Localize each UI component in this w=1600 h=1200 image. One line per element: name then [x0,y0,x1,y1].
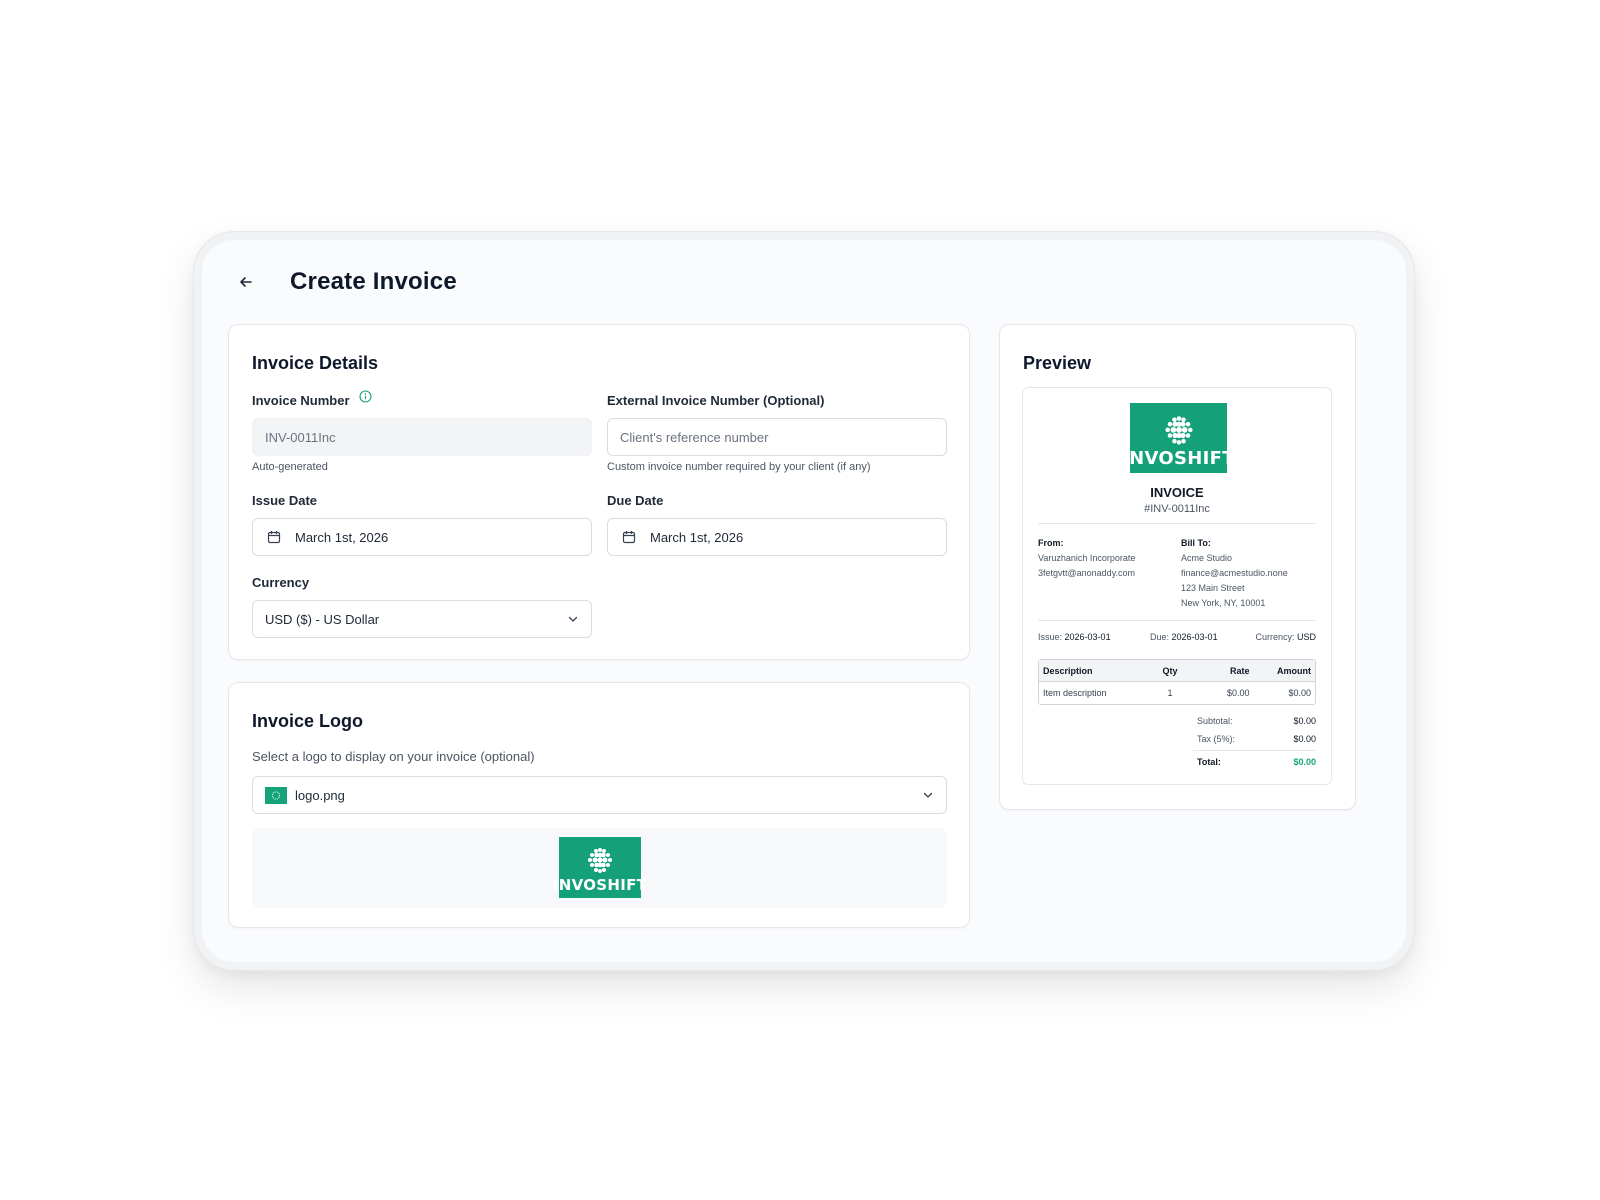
from-name: Varuzhanich Incorporate [1038,553,1136,563]
subtotal-value: $0.00 [1293,716,1316,726]
preview-heading: INVOICE [1150,485,1204,500]
currency-select[interactable]: USD ($) - US Dollar [252,600,592,638]
external-number-hint: Custom invoice number required by your c… [607,461,871,473]
issue-date-value: March 1st, 2026 [295,529,389,545]
back-button[interactable] [232,268,260,296]
currency-label: Currency: [1255,632,1295,642]
bill-to-label: Bill To: [1181,538,1211,548]
preview-due: Due: 2026-03-01 [1150,632,1218,642]
logo-filename: logo.png [295,787,345,803]
due-date-value: March 1st, 2026 [650,529,744,545]
cell-rate: $0.00 [1226,688,1250,698]
currency-value: USD [1296,632,1316,642]
total-label: Total: [1197,757,1221,767]
col-rate: Rate [1229,665,1250,676]
currency-label: Currency [252,575,310,590]
table-row: Item description 1 $0.00 $0.00 [1039,682,1315,704]
divider [1193,750,1316,751]
issue-value: 2026-03-01 [1064,632,1111,642]
cell-qty: 1 [1167,688,1173,698]
preview-logo: INVOSHIFT [1122,403,1235,473]
col-qty: Qty [1162,665,1178,676]
page-title: Create Invoice [290,268,457,295]
dot-globe-icon [1164,416,1193,445]
arrow-left-icon [240,277,252,287]
bill-to-email: finance@acmestudio.none [1181,568,1288,578]
from-label: From: [1038,538,1064,548]
calendar-icon [267,530,281,544]
due-value: 2026-03-01 [1171,632,1218,642]
external-number-label: External Invoice Number (Optional) [607,393,825,408]
issue-label: Issue: [1038,632,1063,642]
invoice-number-field: INV-0011Inc [252,418,592,456]
col-description: Description [1043,665,1093,676]
invoshift-logo: INVOSHIFT [553,837,647,898]
invoice-number-label-wrap: Invoice Number [252,390,372,408]
logo-thumbnail [265,786,287,804]
bill-to-street: 123 Main Street [1181,583,1245,593]
issue-date-picker[interactable]: March 1st, 2026 [252,518,592,556]
calendar-icon [622,530,636,544]
logo-select[interactable]: logo.png [252,776,947,814]
line-items-table: Description Qty Rate Amount Item descrip… [1038,659,1316,705]
invoice-paper: INVOSHIFT INVOICE #INV-0011Inc From: Var… [1022,387,1332,785]
invoice-number-hint: Auto-generated [252,461,328,473]
divider [1038,523,1316,524]
cell-description: Item description [1043,688,1107,698]
logo-wordmark: INVOSHIFT [552,876,648,894]
col-amount: Amount [1277,665,1312,676]
invoice-logo-card: Invoice Logo Select a logo to display on… [228,682,970,928]
due-date-picker[interactable]: March 1st, 2026 [607,518,947,556]
due-label: Due: [1150,632,1170,642]
invoice-number-value: INV-0011Inc [265,429,336,445]
invoice-logo-title: Invoice Logo [252,711,364,731]
external-number-input[interactable]: Client's reference number [607,418,947,456]
tax-label: Tax (5%): [1197,734,1236,744]
bill-to-name: Acme Studio [1181,553,1233,563]
table-header-row: Description Qty Rate Amount [1039,660,1315,682]
preview-issue: Issue: 2026-03-01 [1038,632,1111,642]
due-date-label: Due Date [607,493,664,508]
chevron-down-icon [567,613,579,625]
total-value: $0.00 [1293,757,1316,767]
invoice-details-card: Invoice Details Invoice Number INV-0011I… [228,324,970,660]
tax-value: $0.00 [1293,734,1316,744]
tablet-frame: Create Invoice Invoice Details Invoice N… [194,232,1414,970]
currency-value: USD ($) - US Dollar [265,611,380,627]
cell-amount: $0.00 [1288,688,1312,698]
divider [1038,620,1316,621]
app-screen: Create Invoice Invoice Details Invoice N… [202,240,1406,962]
subtotal-label: Subtotal: [1197,716,1233,726]
logo-preview-area: INVOSHIFT [252,828,947,908]
preview-card: Preview INVOSHIFT INVOICE #INV-0011Inc F… [999,324,1356,810]
preview-currency: Currency: USD [1255,632,1316,642]
bill-to-city: New York, NY, 10001 [1181,598,1266,608]
invoice-number-label: Invoice Number [252,393,350,408]
page-header: Create Invoice [232,268,457,296]
preview-number: #INV-0011Inc [1144,503,1210,515]
issue-date-label: Issue Date [252,493,318,508]
preview-logo-wordmark: INVOSHIFT [1122,448,1235,469]
from-email: 3fetgvtt@anonaddy.com [1038,568,1136,578]
chevron-down-icon [922,789,934,801]
dot-globe-icon [588,848,612,873]
info-circle-icon[interactable] [359,390,372,406]
preview-title: Preview [1023,353,1092,373]
external-number-placeholder: Client's reference number [620,429,769,445]
invoice-details-title: Invoice Details [252,353,379,373]
invoice-logo-subtitle: Select a logo to display on your invoice… [252,749,535,764]
